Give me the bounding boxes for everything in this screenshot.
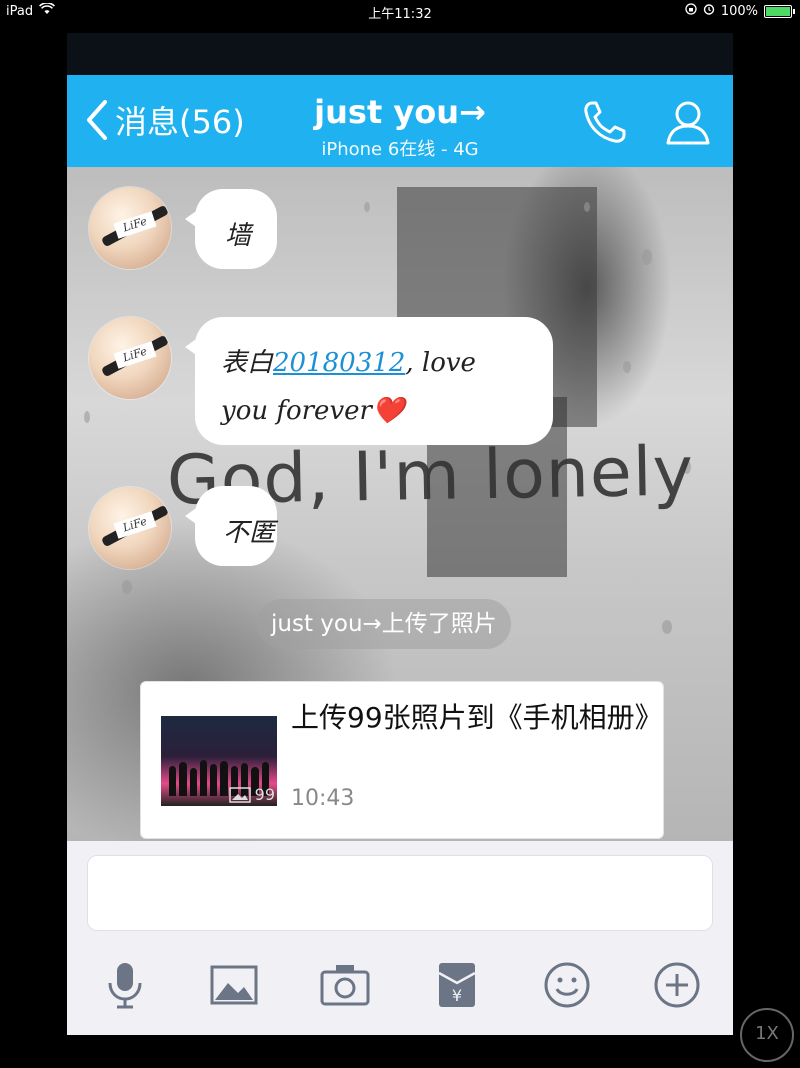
rotation-lock-icon: [685, 3, 697, 19]
upload-card-time: 10:43: [291, 786, 355, 811]
avatar[interactable]: LiFe: [89, 487, 171, 569]
alarm-icon: [703, 3, 715, 19]
message-bubble[interactable]: 表白20180312, love you forever❤️: [185, 317, 553, 445]
image-icon: [228, 786, 251, 803]
battery-icon: [764, 4, 795, 18]
photo-count: 99: [254, 785, 275, 804]
phone-icon[interactable]: [580, 97, 630, 147]
message-text: 墙: [225, 221, 252, 251]
status-time: 上午11:32: [368, 7, 432, 22]
zoom-1x-button[interactable]: 1X: [740, 1008, 794, 1062]
chat-subtitle: iPhone 6在线 - 4G: [321, 139, 479, 160]
avatar[interactable]: LiFe: [89, 317, 171, 399]
plus-icon[interactable]: [651, 959, 703, 1011]
chat-app: 消息(56) just you→ iPhone 6在线 - 4G God, I'…: [67, 33, 733, 1035]
message-text: 不匿: [223, 518, 276, 548]
message-input[interactable]: [87, 855, 713, 931]
status-bar: iPad 上午11:32 100%: [0, 0, 800, 22]
red-packet-icon[interactable]: ¥: [431, 959, 483, 1011]
profile-icon[interactable]: [663, 97, 713, 147]
nav-bar: 消息(56) just you→ iPhone 6在线 - 4G: [67, 75, 733, 167]
avatar[interactable]: LiFe: [89, 187, 171, 269]
microphone-icon[interactable]: [99, 959, 151, 1011]
system-notice: just you→上传了照片: [257, 599, 511, 649]
date-link[interactable]: 20180312: [273, 348, 405, 378]
chat-title: just you→: [314, 93, 486, 131]
picture-icon[interactable]: [208, 959, 260, 1011]
message-bubble[interactable]: 墙: [185, 189, 277, 269]
camera-icon[interactable]: [319, 959, 371, 1011]
toolbar: ¥: [67, 951, 733, 1021]
chat-area[interactable]: God, I'm lonely LiFe 墙 LiFe 表白20180312, …: [67, 167, 733, 841]
album-thumbnail[interactable]: 99: [161, 716, 277, 806]
photo-upload-card[interactable]: 99 上传99张照片到《手机相册》 10:43: [140, 681, 664, 839]
emoji-icon[interactable]: [541, 959, 593, 1011]
message-bubble[interactable]: 不匿: [185, 486, 277, 566]
upload-card-title: 上传99张照片到《手机相册》: [291, 701, 663, 734]
battery-percent: 100%: [720, 3, 758, 19]
heart-emoji: ❤️: [371, 396, 405, 426]
message-text: 表白: [221, 348, 274, 378]
svg-text:¥: ¥: [452, 986, 462, 1005]
input-bar: ¥: [67, 841, 733, 1035]
